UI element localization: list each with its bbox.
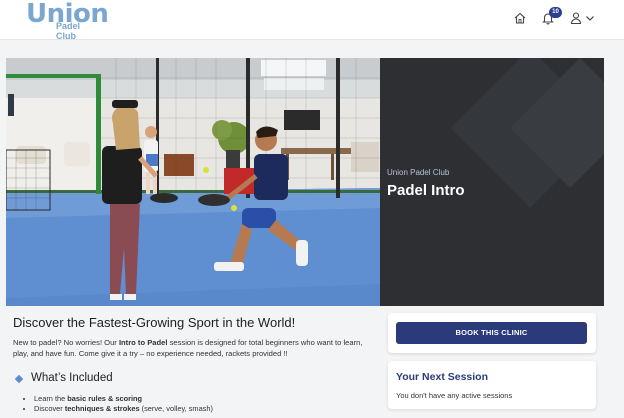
next-session-title: Your Next Session: [396, 371, 488, 383]
diamond-bullet-icon: [14, 374, 24, 384]
hero-title: Padel Intro: [387, 182, 465, 199]
padel-coaching-image: [6, 58, 380, 306]
booking-card: BOOK THIS CLINIC: [388, 313, 596, 353]
intro-bold-text: Intro to Padel: [118, 338, 168, 347]
hero-title-panel: Union Padel Club Padel Intro: [380, 58, 604, 306]
included-list: Learn the basic rules & scoring Discover…: [34, 394, 213, 414]
list-item: Learn the basic rules & scoring: [34, 394, 213, 404]
list-item: Discover techniques & strokes (serve, vo…: [34, 404, 213, 414]
notification-count-badge: 10: [549, 7, 562, 18]
logo-subtext: Padel Club: [56, 21, 81, 41]
top-bar: Union Padel Club 10: [0, 0, 624, 41]
next-session-card: Your Next Session You don't have any act…: [388, 361, 596, 409]
intro-text-1: New to padel? No worries! Our: [13, 338, 119, 347]
section-title: What’s Included: [31, 372, 113, 384]
hero-banner: Union Padel Club Padel Intro: [6, 58, 604, 306]
user-icon[interactable]: [569, 11, 583, 25]
page-headline: Discover the Fastest-Growing Sport in th…: [13, 315, 296, 330]
intro-paragraph: New to padel? No worries! Our Intro to P…: [13, 337, 375, 359]
home-icon[interactable]: [513, 11, 527, 25]
chevron-down-icon[interactable]: [584, 12, 596, 24]
hero-photo: [6, 58, 380, 306]
hero-subtitle: Union Padel Club: [387, 168, 450, 177]
book-clinic-button[interactable]: BOOK THIS CLINIC: [396, 322, 587, 344]
union-padel-club-logo[interactable]: Union Padel Club: [26, 0, 109, 41]
next-session-empty-text: You don't have any active sessions: [396, 391, 513, 400]
